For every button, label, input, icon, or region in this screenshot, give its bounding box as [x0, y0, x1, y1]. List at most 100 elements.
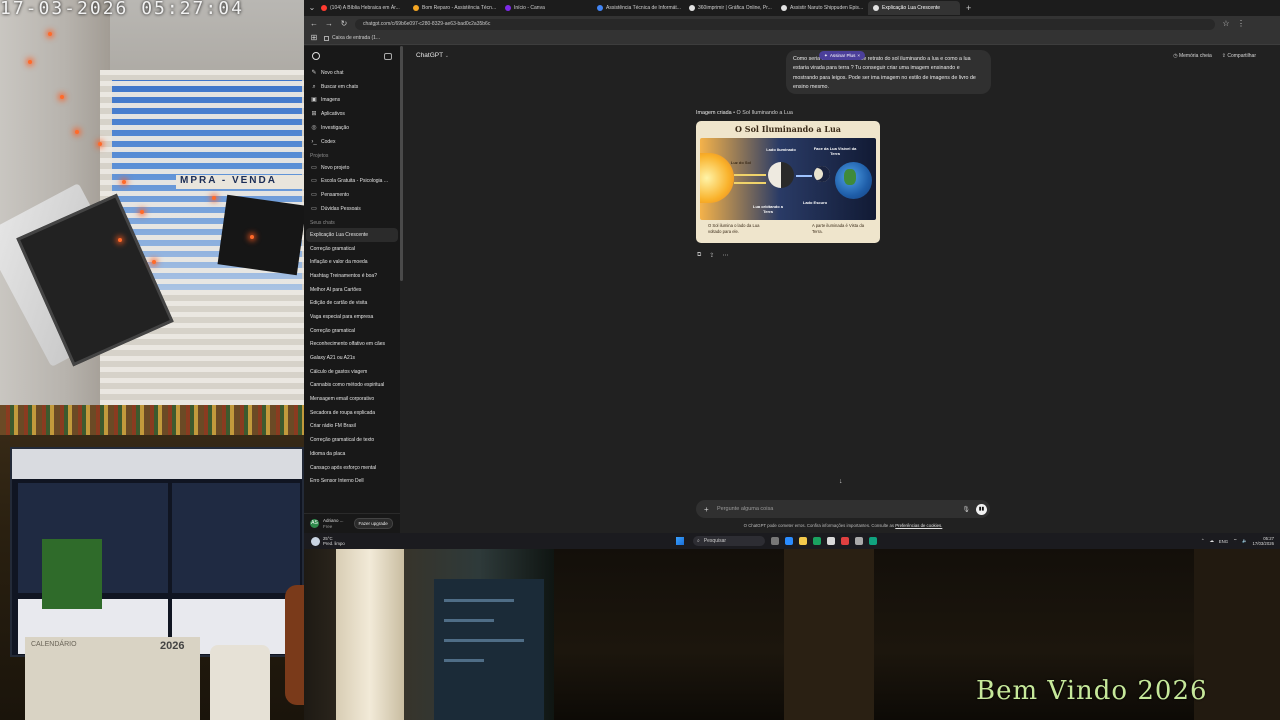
copy-icon[interactable]: ⧉ [697, 252, 701, 259]
browser-window: ⌄ (104) A Bíblia Hebraica em Ár... Bom Re… [304, 0, 1280, 549]
chrome-icon[interactable] [785, 537, 793, 545]
share-icon[interactable]: ⇪ [709, 252, 714, 259]
sidebar-chat-item[interactable]: Erro Sensor Interno Dell [304, 474, 396, 488]
cookie-preferences-link[interactable]: Preferências de cookies. [895, 523, 942, 528]
sidebar-nav-item[interactable]: ✎ Novo chat [304, 66, 400, 80]
reload-icon[interactable]: ↻ [340, 20, 348, 28]
task-view-icon[interactable] [771, 537, 779, 545]
chat-composer[interactable]: + Pergunte alguma coisa 🎙 ▮▮ [696, 500, 990, 518]
browser-tab[interactable]: Assistir Naruto Shippuden Epis... [776, 1, 868, 15]
sidebar-chat-item[interactable]: Reconhecimento olfativo em cães [304, 337, 396, 351]
sidebar-nav-item-icon: ▣ [311, 97, 317, 104]
browser-tab[interactable]: (104) A Bíblia Hebraica em Ár... [316, 1, 408, 15]
forward-icon[interactable]: → [325, 20, 333, 28]
sidebar-nav-item[interactable]: ›_ Codex [304, 135, 400, 149]
tray-chevron-icon[interactable]: ⌃ [1201, 538, 1205, 544]
composer-placeholder[interactable]: Pergunte alguma coisa [717, 506, 962, 512]
sidebar-project-item[interactable]: ▭ Novo projeto [304, 161, 400, 175]
edge-icon[interactable] [813, 537, 821, 545]
browser-tab[interactable]: Explicação Lua Crescente [868, 1, 960, 15]
share-button[interactable]: ⇪ Compartilhar [1222, 53, 1256, 59]
sidebar-nav-item[interactable]: ⊞ Aplicativos [304, 107, 400, 121]
sidebar-chat-item[interactable]: Cálculo de gastos viagem [304, 365, 396, 379]
sidebar-chat-item[interactable]: Melhor AI para Cartões [304, 283, 396, 297]
sidebar-chat-item[interactable]: Cannabis como método espiritual [304, 379, 396, 393]
sidebar-project-item[interactable]: ▭ Dúvidas Pessoais [304, 202, 400, 216]
wifi-icon[interactable]: ⌔ [1233, 538, 1237, 544]
camera-timestamp: 17-03-2026 05:27:04 [0, 0, 244, 19]
extensions-icon[interactable]: ⋮ [1237, 20, 1245, 28]
model-selector[interactable]: ChatGPT ⌄ [416, 52, 449, 59]
sidebar-nav-item[interactable]: ⌕ Buscar em chats [304, 80, 400, 94]
volume-icon[interactable]: 🔈 [1242, 538, 1247, 544]
voice-mode-icon[interactable]: ▮▮ [976, 503, 987, 515]
weather-widget[interactable]: 25°C Pred. limpo [304, 536, 394, 546]
sidebar-chat-item[interactable]: Cansaço após esforço mental [304, 461, 396, 475]
sidebar-nav-item-label: Imagens [321, 97, 341, 104]
sidebar-chat-item[interactable]: Secadora de roupa explicada [304, 406, 396, 420]
light-ray [734, 182, 766, 184]
sidebar-chat-item[interactable]: Idioma da placa [304, 447, 396, 461]
sidebar-chat-item[interactable]: Mensagem email corporativo [304, 392, 396, 406]
sidebar-project-item[interactable]: ▭ Escola Gratuita - Psicologia ... [304, 175, 400, 189]
hanging-screen [217, 194, 304, 276]
microphone-icon[interactable]: 🎙 [962, 506, 970, 513]
back-icon[interactable]: ← [310, 20, 318, 28]
openai-logo-icon[interactable] [312, 52, 320, 60]
browser-tab[interactable]: Início - Canva [500, 1, 592, 15]
sidebar-nav-item-icon: ›_ [311, 138, 317, 145]
sidebar-nav-item-label: Codex [321, 138, 336, 145]
taskbar-search[interactable]: ⌕ Pesquisar [693, 536, 765, 546]
user-profile[interactable]: AS Adriano ... Free Fazer upgrade [304, 513, 400, 533]
browser-tab[interactable]: Assistência Técnica de Informát... [592, 1, 684, 15]
sidebar-chat-item[interactable]: Galaxy A21 ou A21s [304, 351, 396, 365]
sidebar-chat-item[interactable]: Criar rádio FM Brasil [304, 420, 396, 434]
sidebar-toggle-icon[interactable] [384, 52, 392, 60]
generated-image[interactable]: O Sol Iluminando a Lua Luz do Sol Lado I… [696, 121, 880, 243]
weather-desc: Pred. limpo [323, 541, 345, 546]
obs-icon[interactable] [841, 537, 849, 545]
apps-grid-icon[interactable]: ⊞ [310, 34, 318, 42]
windows-start-icon[interactable] [676, 537, 684, 545]
tab-menu-icon[interactable]: ⌄ [308, 4, 316, 12]
windows-taskbar: 25°CPred. limpo ⌕Pesquisar ⌃ ☁ ENG ⌔ 🔈 [304, 533, 1280, 549]
sidebar-chat-item[interactable]: Explicação Lua Crescente [306, 227, 398, 242]
label-sun-light: Luz do Sol [730, 160, 752, 165]
browser-tab[interactable]: Bom Reparo - Assistência Técn... [408, 1, 500, 15]
onedrive-icon[interactable]: ☁ [1209, 538, 1213, 544]
more-icon[interactable]: ⋯ [722, 252, 728, 259]
clock[interactable]: 05:27 17/03/2026 [1252, 536, 1274, 546]
memory-full-button[interactable]: ◷ Memória cheia [1173, 53, 1212, 59]
file-explorer-icon[interactable] [799, 537, 807, 545]
sidebar-project-item[interactable]: ▭ Pensamento [304, 188, 400, 202]
settings-icon[interactable] [855, 537, 863, 545]
tab-label: 360imprimir | Gráfica Online, Pr... [698, 5, 772, 11]
moon-illustration [768, 162, 794, 188]
sidebar-chat-item[interactable]: Correção gramatical de texto [304, 433, 396, 447]
sidebar-nav-item[interactable]: ▣ Imagens [304, 94, 400, 108]
sidebar-chat-item[interactable]: Inflação e valor da moeda [304, 255, 396, 269]
sidebar-chat-item[interactable]: Correção gramatical [304, 242, 396, 256]
plus-upsell-pill[interactable]: ✦ Assinar Plus × [819, 51, 866, 60]
bookmark-star-icon[interactable]: ☆ [1222, 20, 1230, 28]
store-icon[interactable] [827, 537, 835, 545]
bookmark-item[interactable]: Caixa de entrada (1... [324, 35, 380, 41]
browser-tab[interactable]: 360imprimir | Gráfica Online, Pr... [684, 1, 776, 15]
sidebar-chat-item[interactable]: Edição de cartão de visita [304, 296, 396, 310]
search-icon: ⌕ [697, 538, 700, 544]
chatgpt-app-icon[interactable] [869, 537, 877, 545]
scroll-down-arrow-icon[interactable]: ↓ [839, 478, 843, 485]
sidebar-chat-item[interactable]: Hashtag Treinamentos é boa? [304, 269, 396, 283]
url-field[interactable]: chatgpt.com/c/69b6e097-c280-8329-ae63-ba… [355, 18, 1215, 30]
sidebar-chat-item[interactable]: Correção gramatical [304, 324, 396, 338]
upgrade-button[interactable]: Fazer upgrade [353, 518, 393, 529]
lang-indicator[interactable]: ENG [1219, 539, 1228, 544]
plus-icon[interactable]: + [704, 505, 714, 514]
sidebar-nav-item[interactable]: ◎ Investigação [304, 121, 400, 135]
new-tab-button[interactable]: + [960, 3, 977, 13]
projects-heading: Projetos [310, 152, 329, 159]
sidebar-project-item-label: Pensamento [321, 192, 350, 199]
sidebar-chat-item[interactable]: Vaga especial para empresa [304, 310, 396, 324]
bookmarks-bar: ⊞ Caixa de entrada (1... [304, 32, 1280, 45]
memory-label: Memória cheia [1178, 53, 1212, 59]
